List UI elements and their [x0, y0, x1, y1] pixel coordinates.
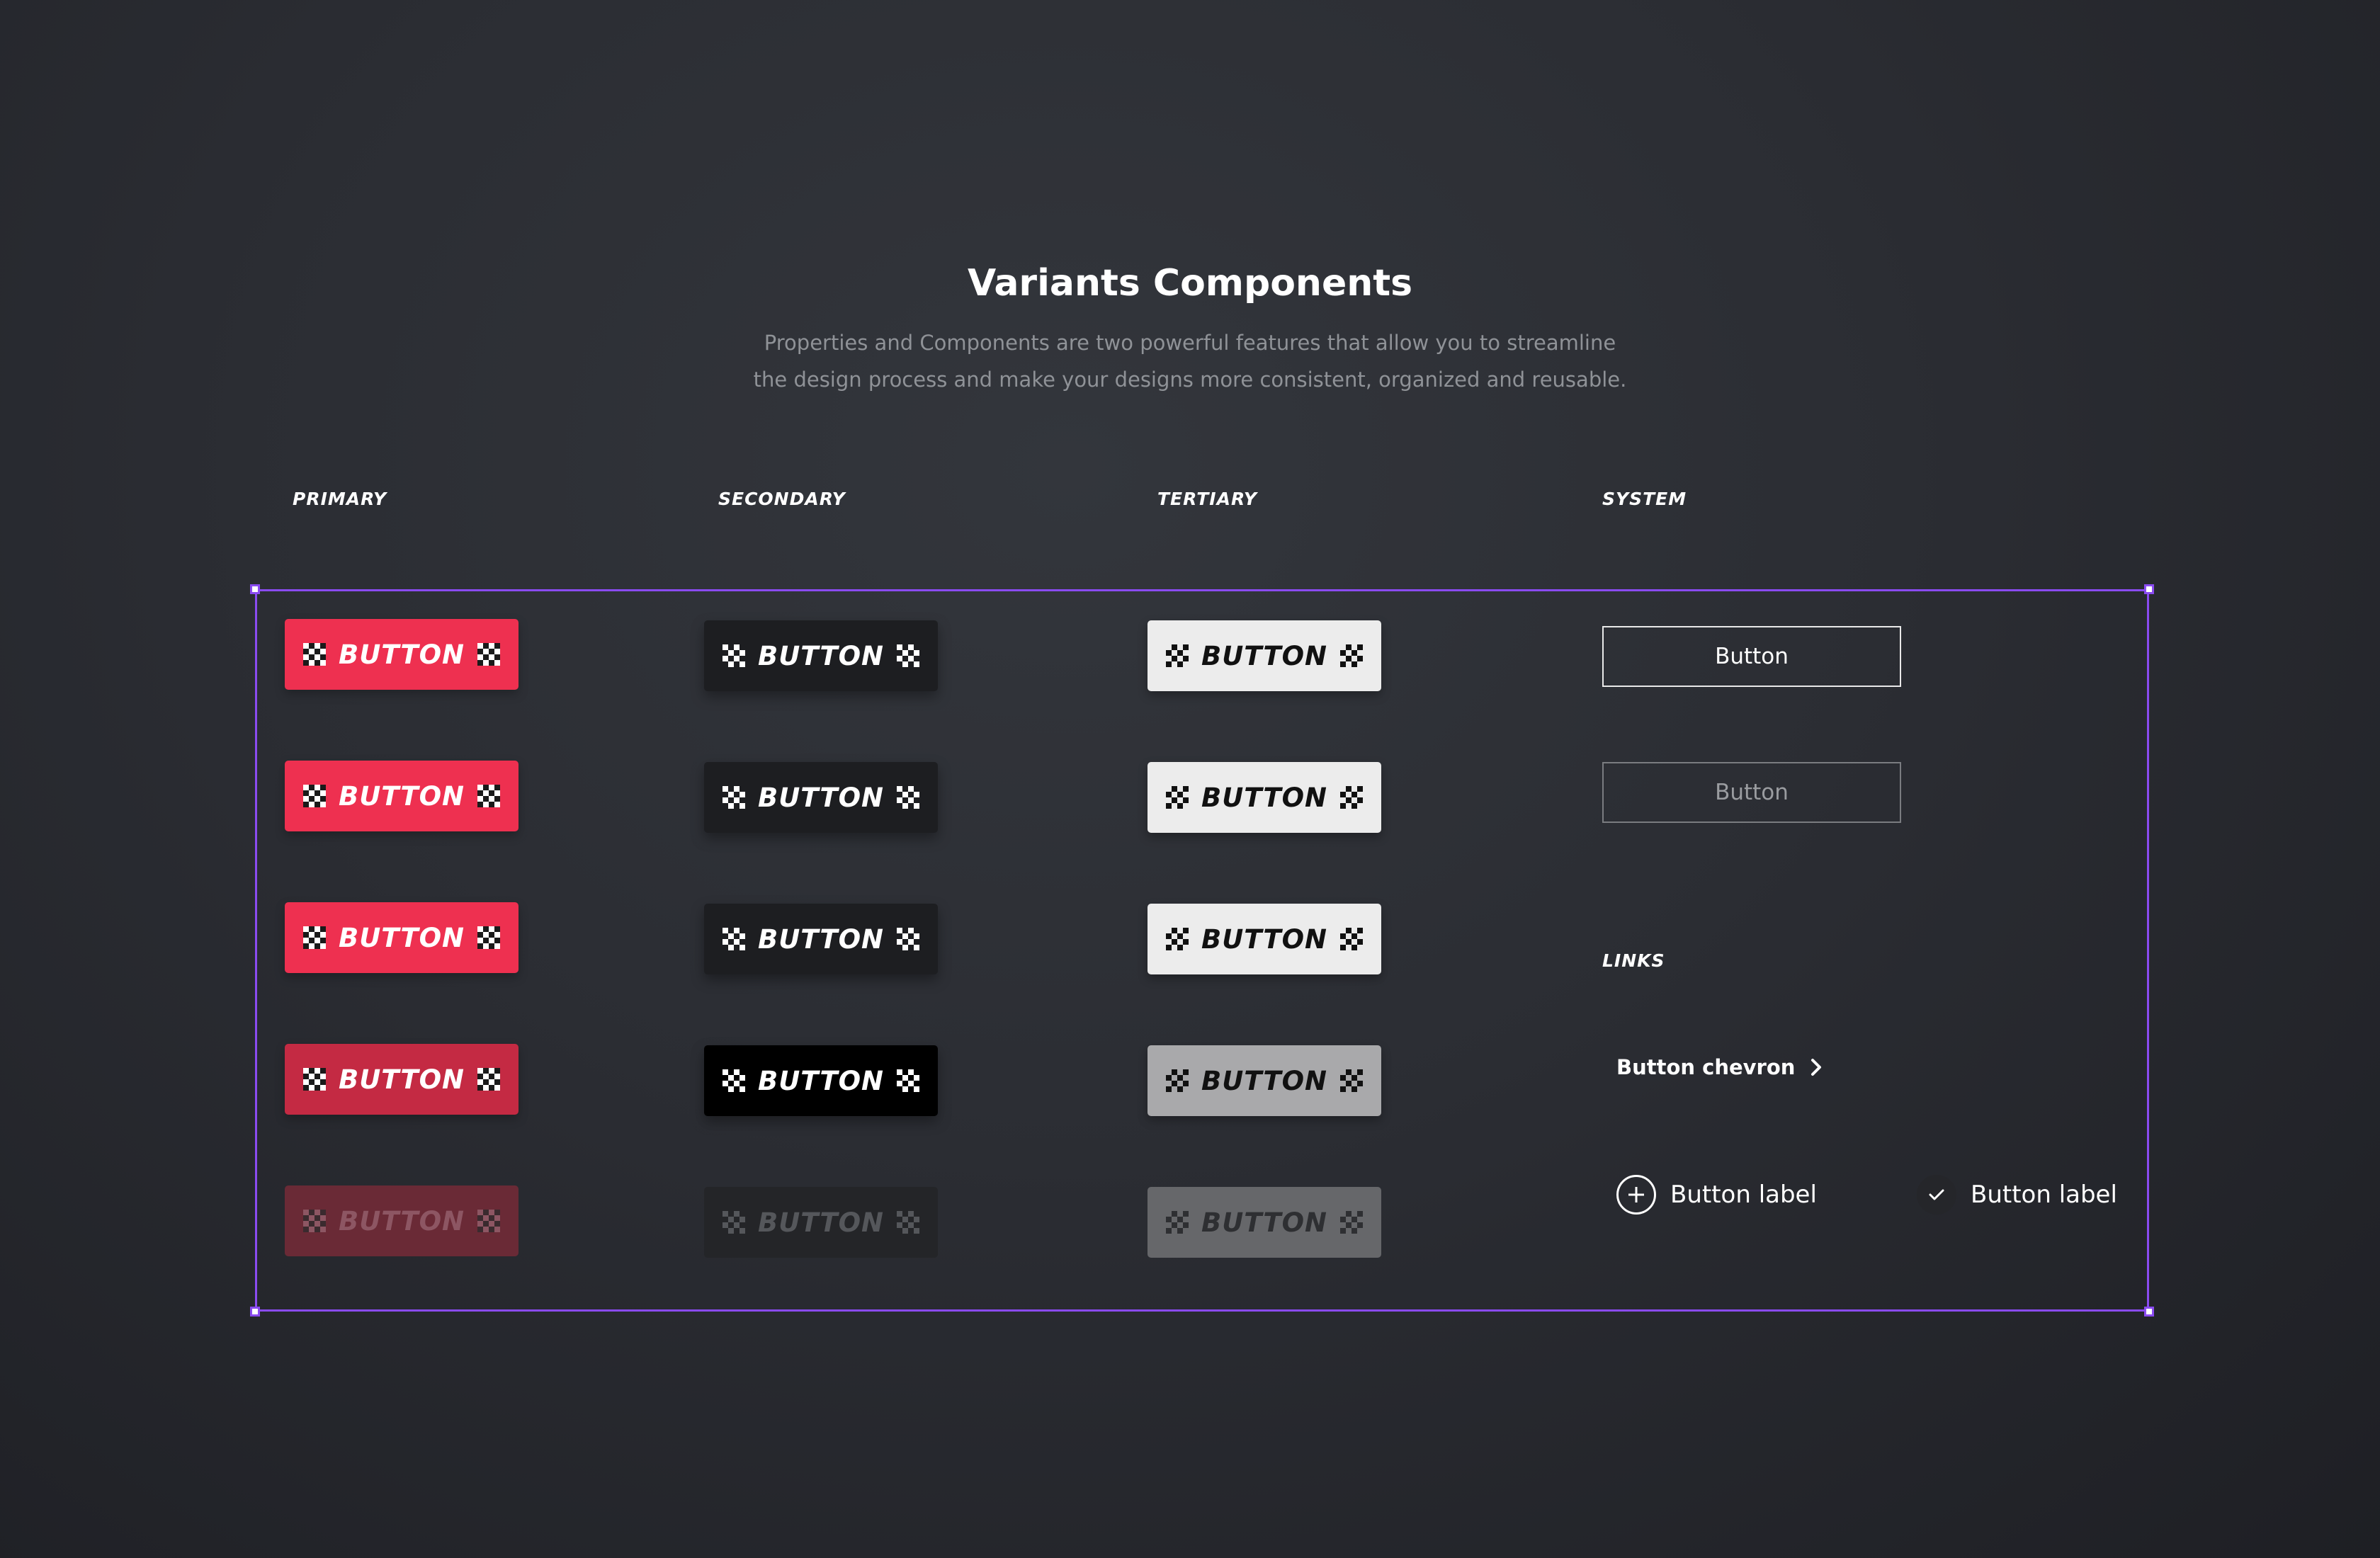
checker-icon	[477, 785, 500, 807]
button-label: BUTTON	[758, 1207, 884, 1238]
selection-handle-bottom-left[interactable]	[250, 1307, 260, 1317]
checker-icon	[1166, 644, 1189, 667]
checker-icon	[1340, 644, 1363, 667]
checker-icon	[897, 928, 919, 950]
primary-button-default[interactable]: BUTTON	[285, 619, 518, 690]
column-heading-primary: PRIMARY	[293, 489, 387, 509]
tertiary-button-default[interactable]: BUTTON	[1148, 620, 1381, 691]
checker-icon	[1166, 1069, 1189, 1092]
selection-handle-top-right[interactable]	[2144, 584, 2154, 594]
chevron-link[interactable]: Button chevron	[1616, 1055, 1822, 1079]
check-icon	[1917, 1175, 1956, 1215]
primary-button-disabled: BUTTON	[285, 1185, 518, 1256]
button-label: BUTTON	[758, 1065, 884, 1096]
checker-icon	[897, 786, 919, 809]
links-heading: LINKS	[1602, 950, 1665, 971]
checker-icon	[477, 1068, 500, 1091]
system-button-disabled: Button	[1602, 762, 1901, 823]
selection-handle-top-left[interactable]	[250, 584, 260, 594]
column-heading-system: SYSTEM	[1602, 489, 1687, 509]
button-label: BUTTON	[1201, 923, 1327, 955]
checker-icon	[303, 643, 326, 666]
primary-button-focus[interactable]: BUTTON	[285, 902, 518, 973]
checker-icon	[897, 1069, 919, 1092]
button-label: BUTTON	[339, 1064, 465, 1095]
button-label: BUTTON	[758, 782, 884, 813]
checker-icon	[303, 926, 326, 949]
checker-icon	[1166, 928, 1189, 950]
column-heading-tertiary: TERTIARY	[1157, 489, 1258, 509]
checker-icon	[477, 1210, 500, 1232]
checker-icon	[303, 1068, 326, 1091]
page-subtitle: Properties and Components are two powerf…	[0, 324, 2380, 398]
button-label: BUTTON	[339, 1205, 465, 1236]
checker-icon	[303, 1210, 326, 1232]
subtitle-line-1: Properties and Components are two powerf…	[764, 331, 1616, 355]
tertiary-button-disabled: BUTTON	[1148, 1187, 1381, 1258]
button-label: BUTTON	[758, 923, 884, 955]
tertiary-button-focus[interactable]: BUTTON	[1148, 904, 1381, 974]
button-label: BUTTON	[1201, 782, 1327, 813]
chevron-link-label: Button chevron	[1616, 1055, 1796, 1079]
button-label: BUTTON	[339, 639, 465, 670]
subtitle-line-2: the design process and make your designs…	[753, 368, 1627, 392]
selection-handle-bottom-right[interactable]	[2144, 1307, 2154, 1317]
checker-icon	[722, 1069, 745, 1092]
primary-button-pressed[interactable]: BUTTON	[285, 1044, 518, 1115]
checker-icon	[1166, 1211, 1189, 1234]
button-label: BUTTON	[339, 922, 465, 953]
button-label: BUTTON	[1201, 640, 1327, 671]
checker-icon	[1340, 928, 1363, 950]
column-heading-secondary: SECONDARY	[718, 489, 846, 509]
system-button-default[interactable]: Button	[1602, 626, 1901, 687]
secondary-button-disabled: BUTTON	[704, 1187, 938, 1258]
add-label-text: Button label	[1670, 1181, 1817, 1209]
checker-icon	[303, 785, 326, 807]
add-label-link[interactable]: Button label	[1616, 1175, 1817, 1215]
page-title: Variants Components	[967, 262, 1413, 305]
button-label: BUTTON	[339, 780, 465, 812]
checker-icon	[897, 644, 919, 667]
check-label-text: Button label	[1971, 1181, 2117, 1209]
checker-icon	[1340, 1069, 1363, 1092]
tertiary-button-pressed[interactable]: BUTTON	[1148, 1045, 1381, 1116]
secondary-button-focus[interactable]: BUTTON	[704, 904, 938, 974]
checker-icon	[722, 1211, 745, 1234]
check-label-link[interactable]: Button label	[1917, 1175, 2117, 1215]
plus-circle-icon	[1616, 1175, 1656, 1215]
checker-icon	[1166, 786, 1189, 809]
primary-button-hover[interactable]: BUTTON	[285, 761, 518, 831]
checker-icon	[722, 644, 745, 667]
checker-icon	[722, 928, 745, 950]
checker-icon	[897, 1211, 919, 1234]
button-label: BUTTON	[1201, 1207, 1327, 1238]
button-label: BUTTON	[1201, 1065, 1327, 1096]
secondary-button-pressed[interactable]: BUTTON	[704, 1045, 938, 1116]
secondary-button-default[interactable]: BUTTON	[704, 620, 938, 691]
checker-icon	[477, 643, 500, 666]
checker-icon	[477, 926, 500, 949]
chevron-right-icon	[1811, 1059, 1822, 1076]
checker-icon	[1340, 1211, 1363, 1234]
tertiary-button-hover[interactable]: BUTTON	[1148, 762, 1381, 833]
button-label: BUTTON	[758, 640, 884, 671]
secondary-button-hover[interactable]: BUTTON	[704, 762, 938, 833]
checker-icon	[722, 786, 745, 809]
checker-icon	[1340, 786, 1363, 809]
